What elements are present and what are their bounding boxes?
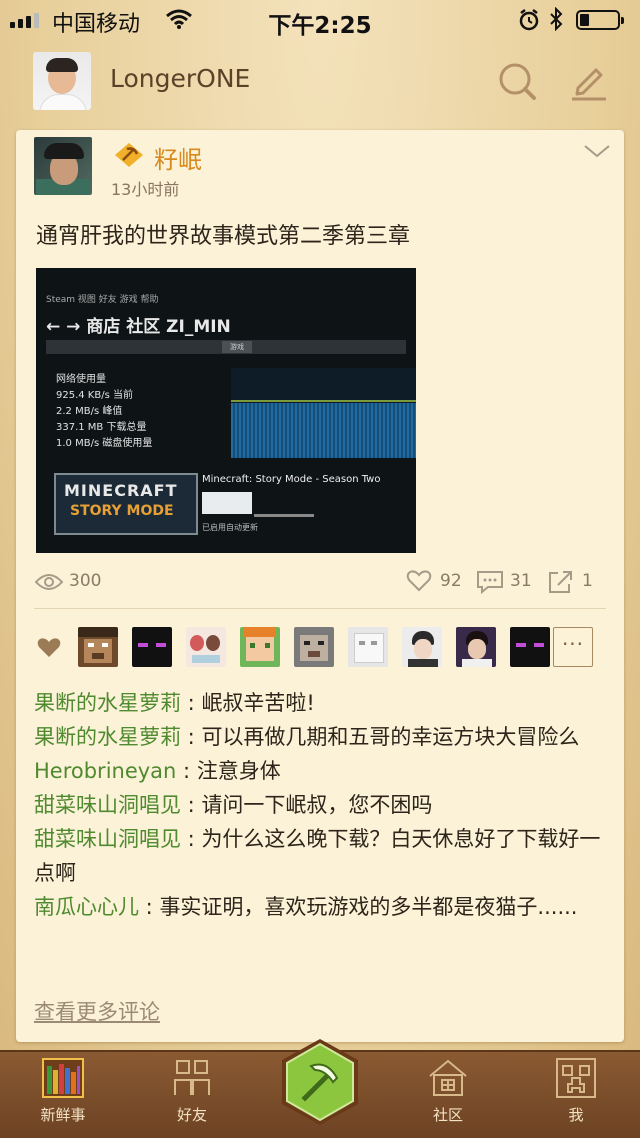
comment-icon[interactable] — [476, 570, 504, 594]
post-time: 13小时前 — [111, 180, 180, 199]
liker-avatar[interactable] — [186, 627, 226, 667]
poster-avatar[interactable] — [34, 137, 92, 195]
comment-item: 甜菜味山洞唱见 : 为什么这么晚下载？白天休息好了下载好一点啊 — [34, 827, 601, 885]
tab-news[interactable]: 新鲜事 — [13, 1058, 113, 1125]
comment-text: 事实证明，喜欢玩游戏的多半都是夜猫子...... — [159, 895, 578, 919]
bluetooth-icon — [550, 7, 563, 31]
liker-avatar[interactable] — [132, 627, 172, 667]
comment-text: 可以再做几期和五哥的幸运方块大冒险么 — [201, 725, 580, 749]
liker-avatar[interactable] — [240, 627, 280, 667]
house-icon — [429, 1059, 467, 1096]
tab-friends[interactable]: 好友 — [142, 1058, 242, 1125]
comment-text: 请问一下岷叔，您不困吗 — [201, 793, 433, 817]
photo-network-graph — [231, 368, 416, 458]
bookshelf-icon — [42, 1058, 84, 1098]
heart-icon[interactable] — [406, 570, 432, 592]
divider — [34, 608, 606, 609]
comment-count[interactable]: 31 — [510, 571, 532, 591]
liker-avatar[interactable] — [78, 627, 118, 667]
comment-author[interactable]: 南瓜心心儿 — [34, 895, 139, 919]
photo-menu-text: Steam 视图 好友 游戏 帮助 — [46, 295, 159, 305]
view-more-comments-link[interactable]: 查看更多评论 — [34, 996, 160, 1026]
top-bar: LongerONE — [0, 40, 640, 120]
comment-author[interactable]: 果断的水星萝莉 — [34, 725, 181, 749]
photo-download-bar — [254, 514, 314, 517]
creeper-icon — [556, 1058, 596, 1098]
comment-author[interactable]: Herobrineyan — [34, 759, 176, 783]
tab-label: 新鲜事 — [40, 1106, 86, 1124]
comment-list: 果断的水星萝莉 : 岷叔辛苦啦! 果断的水星萝莉 : 可以再做几期和五哥的幸运方… — [34, 686, 612, 924]
pickaxe-icon[interactable] — [281, 1038, 359, 1126]
post-card: 籽岷 13小时前 通宵肝我的世界故事模式第二季第三章 Steam 视图 好友 游… — [16, 130, 624, 1042]
photo-nav-text: ← → 商店 社区 ZI_MIN — [46, 317, 231, 337]
post-text: 通宵肝我的世界故事模式第二季第三章 — [36, 224, 411, 249]
like-count[interactable]: 92 — [440, 571, 462, 591]
liker-avatar[interactable] — [510, 627, 550, 667]
tab-community[interactable]: 社区 — [398, 1058, 498, 1125]
tab-me[interactable]: 我 — [526, 1058, 626, 1125]
comment-author[interactable]: 甜菜味山洞唱见 — [34, 827, 181, 851]
tab-label: 好友 — [176, 1106, 207, 1124]
tab-label: 社区 — [432, 1106, 463, 1124]
comment-item: 甜菜味山洞唱见 : 请问一下岷叔，您不困吗 — [34, 793, 433, 817]
post-photo[interactable]: Steam 视图 好友 游戏 帮助 ← → 商店 社区 ZI_MIN 游戏 网络… — [36, 268, 416, 553]
pickaxe-badge-icon — [115, 143, 143, 167]
comment-item: Herobrineyan : 注意身体 — [34, 759, 281, 783]
comment-text: 注意身体 — [196, 759, 281, 783]
more-likers-button[interactable]: ··· — [553, 627, 593, 667]
status-bar: 中国移动 下午2:25 — [0, 0, 640, 40]
comment-author[interactable]: 甜菜味山洞唱见 — [34, 793, 181, 817]
poster-name[interactable]: 籽岷 — [154, 140, 202, 175]
view-count: 300 — [69, 571, 102, 591]
tab-label: 我 — [568, 1106, 584, 1124]
chevron-down-icon[interactable] — [582, 140, 612, 162]
comment-author[interactable]: 果断的水星萝莉 — [34, 691, 181, 715]
eye-icon — [34, 574, 64, 590]
photo-game-title: Minecraft: Story Mode - Season Two — [202, 474, 381, 485]
clock: 下午2:25 — [268, 13, 372, 39]
photo-game-logo: MINECRAFT STORY MODE — [54, 473, 198, 535]
comment-item: 果断的水星萝莉 : 可以再做几期和五哥的幸运方块大冒险么 — [34, 725, 580, 749]
comment-item: 果断的水星萝莉 : 岷叔辛苦啦! — [34, 691, 315, 715]
my-avatar[interactable] — [33, 52, 91, 110]
battery-icon — [576, 10, 624, 30]
pencil-icon[interactable] — [568, 60, 610, 102]
liker-avatar[interactable] — [294, 627, 334, 667]
liker-avatar[interactable] — [348, 627, 388, 667]
alarm-icon — [519, 9, 539, 31]
search-icon[interactable] — [496, 60, 538, 102]
photo-search-tag: 游戏 — [222, 341, 252, 353]
comment-item: 南瓜心心儿 : 事实证明，喜欢玩游戏的多半都是夜猫子...... — [34, 895, 578, 919]
share-icon[interactable] — [548, 570, 574, 594]
comment-text: 岷叔辛苦啦! — [201, 691, 315, 715]
photo-download-status: 已启用自动更新 — [202, 523, 258, 532]
photo-network-stats: 网络使用量 925.4 KB/s 当前 2.2 MB/s 峰值 337.1 MB… — [56, 374, 153, 449]
photo-download-box — [202, 492, 252, 514]
liker-avatar[interactable] — [402, 627, 442, 667]
share-count[interactable]: 1 — [582, 571, 593, 591]
heart-filled-icon — [37, 638, 61, 657]
liker-avatar[interactable] — [456, 627, 496, 667]
friends-icon — [174, 1060, 210, 1095]
username[interactable]: LongerONE — [110, 64, 250, 93]
